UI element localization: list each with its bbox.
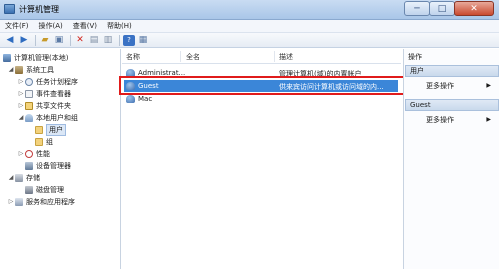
user-icon xyxy=(126,95,135,103)
actions-pane: 操作 用户 更多操作 ▶ Guest 更多操作 ▶ xyxy=(403,49,499,269)
up-folder-icon[interactable]: ▰ xyxy=(39,35,51,46)
minimize-button[interactable]: ─ xyxy=(404,1,430,16)
collapse-icon[interactable]: ◢ xyxy=(8,66,14,73)
tree-item-storage[interactable]: ◢ 存储 xyxy=(8,172,40,183)
list-header: 名称 全名 描述 xyxy=(122,49,401,64)
more-actions-label: 更多操作 xyxy=(426,116,454,124)
cell-name: Guest xyxy=(138,82,159,90)
menu-action[interactable]: 操作(A) xyxy=(34,21,68,31)
maximize-button[interactable]: □ xyxy=(429,1,455,16)
device-manager-icon xyxy=(25,161,33,170)
folder-icon xyxy=(35,137,43,146)
column-divider[interactable] xyxy=(274,51,275,62)
menu-help[interactable]: 帮助(H) xyxy=(102,21,137,31)
column-header-fullname[interactable]: 全名 xyxy=(186,52,200,62)
disk-icon xyxy=(25,185,33,194)
tree-item-system-tools[interactable]: ◢ 系统工具 xyxy=(8,64,54,75)
window-title: 计算机管理 xyxy=(19,5,59,14)
cell-description: 管理计算机(域)的内置帐户 xyxy=(279,70,362,78)
menu-view[interactable]: 查看(V) xyxy=(68,21,102,31)
window-controls: ─ □ ✕ xyxy=(404,1,494,16)
expand-icon[interactable]: ▷ xyxy=(18,78,24,85)
toolbox-icon xyxy=(15,65,23,74)
back-icon[interactable]: ◀ xyxy=(4,35,16,46)
help-icon[interactable]: ? xyxy=(123,34,135,46)
tree-item-services-apps[interactable]: ▷ 服务和应用程序 xyxy=(8,196,75,207)
toolbar-separator xyxy=(119,34,120,46)
more-actions-guest[interactable]: 更多操作 ▶ xyxy=(405,114,499,126)
tree-item-shared-folders[interactable]: ▷ 共享文件夹 xyxy=(18,100,71,111)
delete-icon[interactable]: ✕ xyxy=(74,35,86,46)
user-list: 名称 全名 描述 Administrat... 管理计算机(域)的内置帐户 Gu… xyxy=(122,49,401,269)
toolbar-separator xyxy=(35,34,36,46)
services-icon xyxy=(15,197,23,206)
export-icon[interactable]: ▥ xyxy=(102,35,114,46)
storage-icon xyxy=(15,173,23,182)
folder-icon xyxy=(35,125,43,134)
close-button[interactable]: ✕ xyxy=(454,1,494,16)
actions-section-guest[interactable]: Guest xyxy=(405,99,499,111)
tree-item-performance[interactable]: ▷ 性能 xyxy=(18,148,50,159)
collapse-icon[interactable]: ◢ xyxy=(18,114,24,121)
cell-name: Mac xyxy=(138,95,153,103)
performance-icon xyxy=(25,149,33,158)
tree-item-groups[interactable]: 组 xyxy=(35,136,53,147)
column-header-description[interactable]: 描述 xyxy=(279,52,293,62)
users-icon xyxy=(25,113,33,122)
computer-management-icon xyxy=(4,4,15,14)
tree-item-task-scheduler[interactable]: ▷ 任务计划程序 xyxy=(18,76,78,87)
console-tree: 计算机管理(本地) ◢ 系统工具 ▷ 任务计划程序 ▷ 事件查看器 ▷ 共享文件… xyxy=(0,49,121,269)
expand-icon[interactable]: ▷ xyxy=(8,198,14,205)
toolbar: ◀ ▶ ▰ ▣ ✕ ▤ ▥ ? ▦ xyxy=(0,33,499,48)
more-actions-label: 更多操作 xyxy=(426,82,454,90)
actions-title: 操作 xyxy=(408,53,422,61)
properties-icon[interactable]: ▤ xyxy=(88,35,100,46)
table-row[interactable]: Administrat... 管理计算机(域)的内置帐户 xyxy=(124,67,398,79)
computer-icon xyxy=(3,53,11,62)
toolbar-separator xyxy=(70,34,71,46)
clock-icon xyxy=(25,77,33,86)
table-row[interactable]: Mac xyxy=(124,93,398,105)
show-tree-icon[interactable]: ▣ xyxy=(53,35,65,46)
table-row[interactable]: Guest 供来宾访问计算机或访问域的内... xyxy=(124,80,398,92)
tree-item-root[interactable]: 计算机管理(本地) xyxy=(3,52,68,63)
event-log-icon xyxy=(25,89,33,98)
view-icon[interactable]: ▦ xyxy=(137,35,149,46)
user-icon xyxy=(126,82,135,90)
column-header-name[interactable]: 名称 xyxy=(126,52,140,62)
shared-folder-icon xyxy=(25,101,33,110)
expand-icon[interactable]: ▷ xyxy=(18,90,24,97)
forward-icon[interactable]: ▶ xyxy=(18,35,30,46)
submenu-arrow-icon: ▶ xyxy=(486,116,491,123)
tree-item-disk-management[interactable]: 磁盘管理 xyxy=(25,184,64,195)
user-icon xyxy=(126,69,135,77)
tree-item-device-manager[interactable]: 设备管理器 xyxy=(25,160,71,171)
expand-icon[interactable]: ▷ xyxy=(18,150,24,157)
column-divider[interactable] xyxy=(180,51,181,62)
menu-bar: 文件(F) 操作(A) 查看(V) 帮助(H) xyxy=(0,20,499,33)
more-actions-users[interactable]: 更多操作 ▶ xyxy=(405,80,499,92)
cell-description: 供来宾访问计算机或访问域的内... xyxy=(279,83,384,91)
tree-item-event-viewer[interactable]: ▷ 事件查看器 xyxy=(18,88,71,99)
cell-name: Administrat... xyxy=(138,69,186,77)
menu-file[interactable]: 文件(F) xyxy=(0,21,34,31)
submenu-arrow-icon: ▶ xyxy=(486,82,491,89)
expand-icon[interactable]: ▷ xyxy=(18,102,24,109)
tree-item-local-users-groups[interactable]: ◢ 本地用户和组 xyxy=(18,112,78,123)
tree-item-users[interactable]: 用户 xyxy=(35,123,66,136)
actions-section-users[interactable]: 用户 xyxy=(405,65,499,77)
title-bar: 计算机管理 ─ □ ✕ xyxy=(0,0,499,20)
collapse-icon[interactable]: ◢ xyxy=(8,174,14,181)
